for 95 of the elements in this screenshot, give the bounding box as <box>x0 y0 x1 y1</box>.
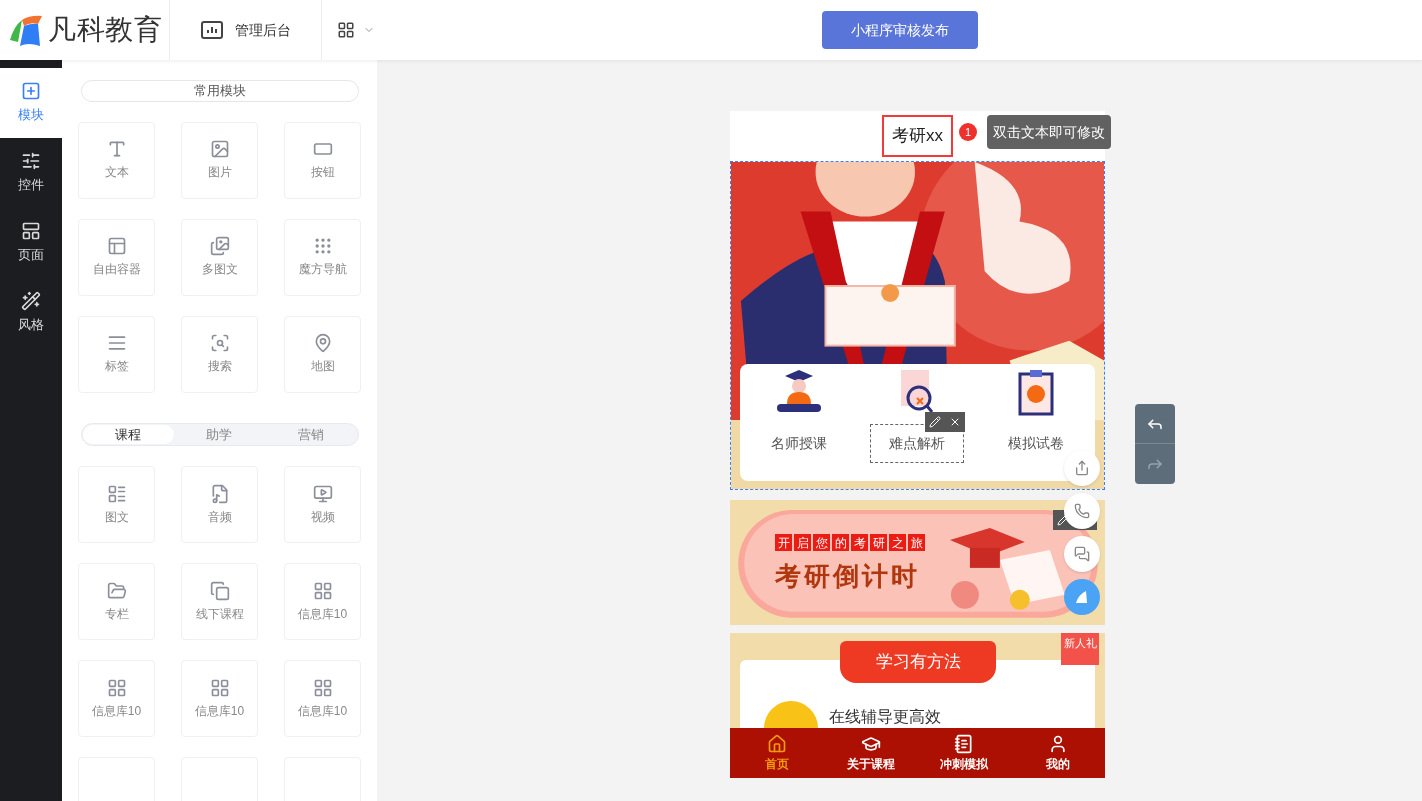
sliders-icon <box>21 151 41 172</box>
add-icon <box>21 81 41 102</box>
page-title[interactable]: 考研xx <box>882 115 953 157</box>
grid-icon <box>312 677 333 698</box>
module-card[interactable]: 自由容器 <box>78 218 155 296</box>
module-card[interactable]: 按钮 <box>284 121 361 199</box>
home-icon <box>766 733 787 754</box>
category-tab[interactable]: 课程 <box>82 424 174 444</box>
logo-text: 凡科教育 <box>48 13 163 47</box>
phone-icon <box>1074 503 1090 519</box>
module-card[interactable]: 线下课程 <box>181 563 258 640</box>
module-label: 文本 <box>104 164 129 181</box>
grid-icon <box>312 580 333 601</box>
module-label: 地图 <box>310 358 335 375</box>
module-card[interactable]: 魔方导航 <box>284 218 361 296</box>
notebook-icon <box>954 733 975 754</box>
tagline-character: 旅 <box>908 534 925 552</box>
module-label: 信息库10 <box>91 702 142 720</box>
sail-icon <box>1074 589 1090 605</box>
grid-icon <box>106 677 127 698</box>
search-icon <box>209 333 230 353</box>
hero-section[interactable]: 名师授课 难点解析 模拟试卷 <box>730 160 1105 491</box>
tagline-character: 研 <box>870 534 887 552</box>
share-icon <box>1074 460 1090 476</box>
gallery-icon <box>209 236 230 256</box>
module-card[interactable]: 标签 <box>78 315 155 393</box>
module-card[interactable]: 信息库10 <box>284 563 361 640</box>
tab-bar-item[interactable]: 冲刺模拟 <box>917 728 1012 778</box>
banner-title: 考研倒计时 <box>775 560 921 594</box>
tagline-character: 之 <box>889 534 906 552</box>
module-card[interactable]: 音频 <box>181 466 258 543</box>
module-label: 按钮 <box>310 164 335 181</box>
module-label: 魔方导航 <box>298 261 347 278</box>
rail-item[interactable]: 风格 <box>0 278 62 348</box>
publish-button[interactable]: 小程序审核发布 <box>822 11 978 49</box>
tooltip: 双击文本即可修改 <box>987 115 1111 149</box>
chat-icon <box>1074 546 1090 562</box>
tagline-character: 开 <box>775 534 792 552</box>
module-card[interactable]: 信息库10 <box>181 660 258 737</box>
phone-button[interactable] <box>1064 493 1100 529</box>
tagline-character: 考 <box>851 534 868 552</box>
layout-icon <box>21 221 41 242</box>
module-card[interactable]: 搜索 <box>181 315 258 393</box>
module-label: 搜索 <box>207 358 232 375</box>
module-card[interactable]: 图文 <box>78 466 155 543</box>
container-icon <box>106 236 127 256</box>
module-label: 线下课程 <box>195 605 244 623</box>
tab-bar-item[interactable]: 关于课程 <box>823 728 918 778</box>
bar-chart-icon <box>200 21 223 39</box>
category-tab[interactable]: 营销 <box>265 424 357 444</box>
module-label: 图片 <box>207 164 232 181</box>
list-icon <box>106 483 127 504</box>
module-label: 信息库10 <box>194 702 245 720</box>
hero-nav-item[interactable]: 名师授课 <box>752 423 847 463</box>
module-label: 信息库10 <box>297 605 348 623</box>
module-label: 多图文 <box>201 261 238 278</box>
module-card[interactable]: 信息库10 <box>284 660 361 737</box>
module-label: 标签 <box>104 358 129 375</box>
folder-icon <box>106 580 127 601</box>
countdown-banner[interactable]: 开 启 您 的 考 研 之 旅 考研倒计时 <box>730 500 1105 626</box>
rail-item[interactable]: 模块 <box>0 68 62 138</box>
tab-bar-item[interactable]: 我的 <box>1011 728 1105 778</box>
gift-badge[interactable]: 新人礼 <box>1061 633 1099 666</box>
hero-nav-item[interactable]: 模拟试卷 <box>988 423 1083 463</box>
video-icon <box>312 483 333 504</box>
module-label: 信息库10 <box>297 702 348 720</box>
step-badge: 1 <box>959 123 977 141</box>
module-card[interactable]: 图片 <box>181 121 258 199</box>
edit-icon[interactable] <box>929 415 941 428</box>
section-title: 学习有方法 <box>840 641 996 684</box>
monitors-icon <box>209 580 230 601</box>
module-card[interactable]: 文本 <box>78 121 155 199</box>
image-icon <box>209 139 230 159</box>
tagline-character: 您 <box>813 534 830 552</box>
module-card[interactable]: 信息库10 <box>78 660 155 737</box>
module-label: 音频 <box>207 508 232 526</box>
module-card[interactable]: 多图文 <box>181 218 258 296</box>
rail-item[interactable]: 控件 <box>0 138 62 208</box>
module-card[interactable]: 专栏 <box>78 563 155 640</box>
module-card[interactable]: 视频 <box>284 466 361 543</box>
grid-icon <box>337 21 355 39</box>
lines-icon <box>106 333 127 353</box>
rail-item[interactable]: 页面 <box>0 208 62 278</box>
tagline-character: 的 <box>832 534 849 552</box>
module-label: 自由容器 <box>92 261 141 278</box>
module-label: 视频 <box>310 508 335 526</box>
feature-text: 在线辅导更高效 <box>829 707 941 728</box>
module-label: 专栏 <box>104 605 129 623</box>
tab-bar-item[interactable]: 首页 <box>730 728 824 778</box>
module-label: 图文 <box>104 508 129 526</box>
module-card[interactable]: 地图 <box>284 315 361 393</box>
category-tab[interactable]: 助学 <box>173 424 266 444</box>
grid-icon <box>209 677 230 698</box>
tagline-character: 启 <box>794 534 811 552</box>
magic-wand-icon <box>21 291 41 312</box>
